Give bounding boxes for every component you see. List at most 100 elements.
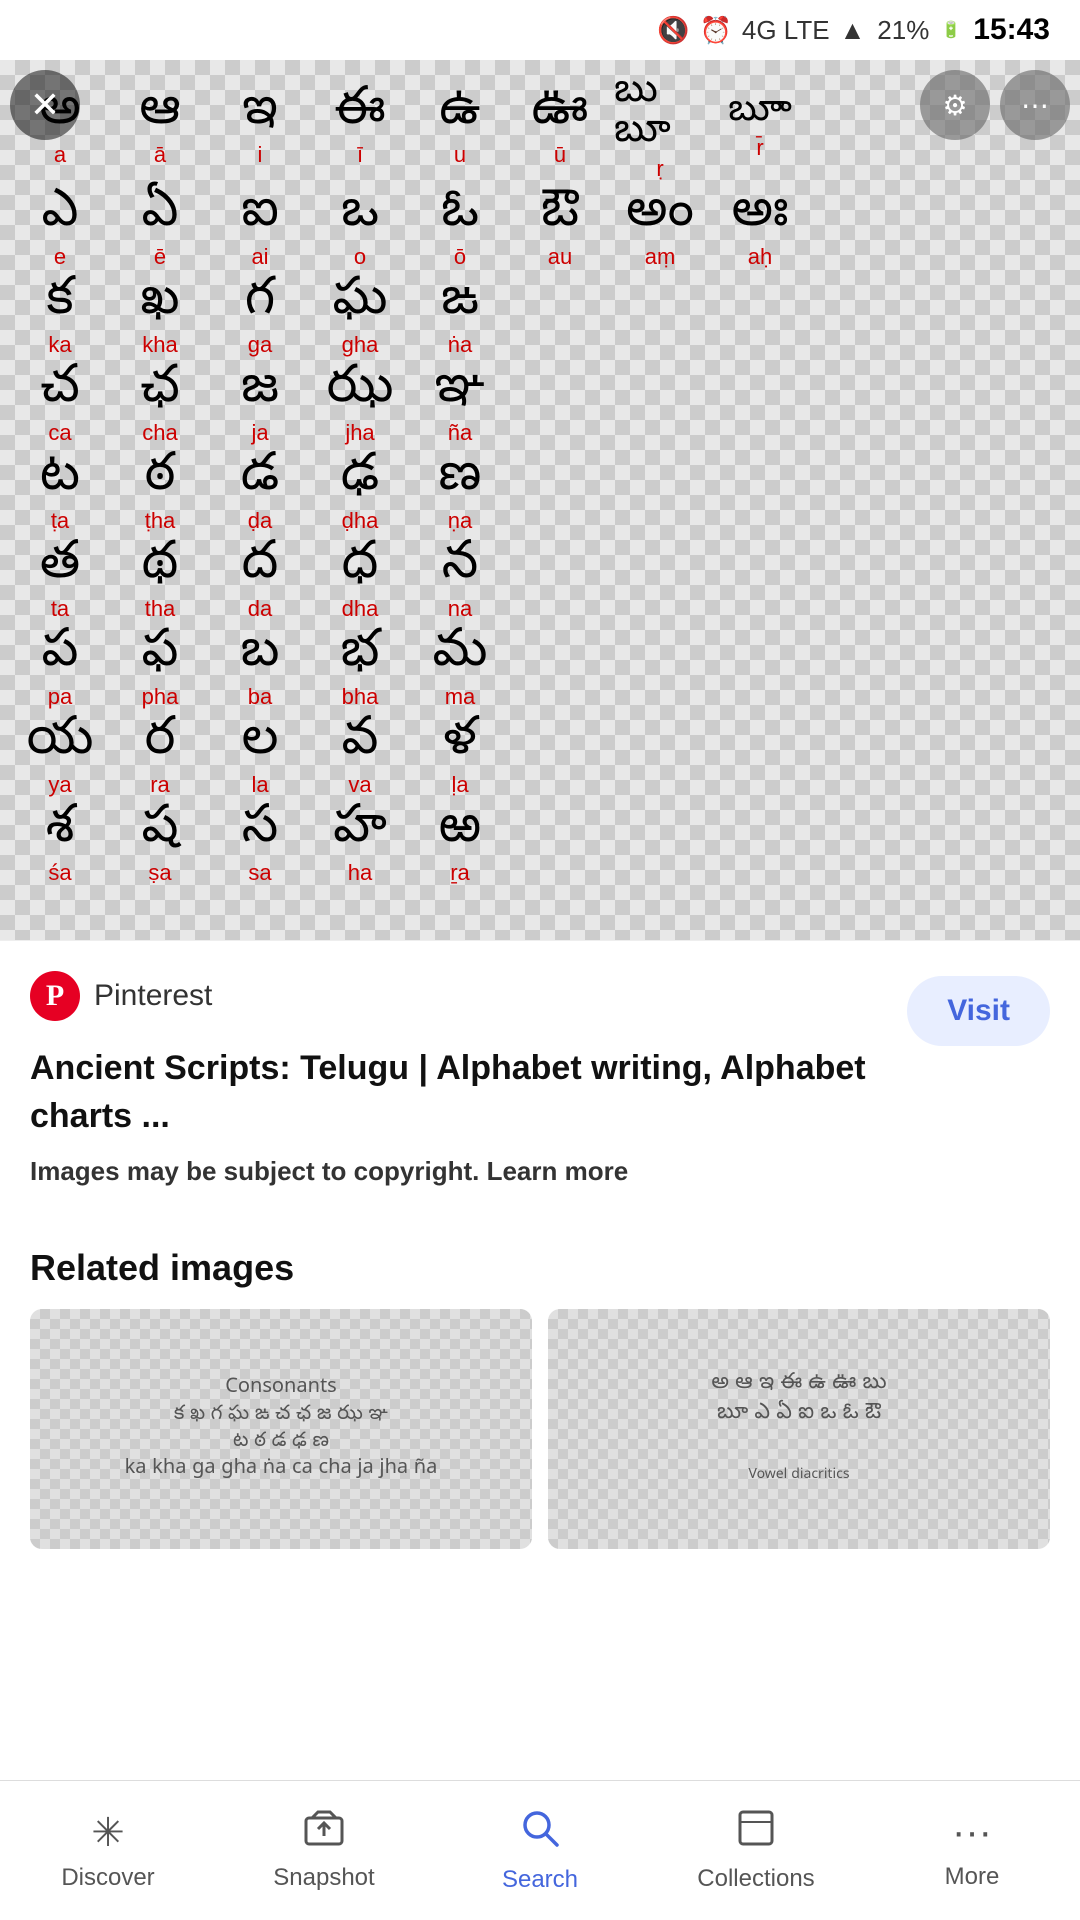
telugu-label-ttha: ṭha [145, 508, 176, 534]
telugu-cell-ee: ఏ ē [110, 186, 210, 274]
telugu-char-ai: ఐ [241, 190, 279, 242]
telugu-char-jha: ఝ [327, 366, 394, 418]
collections-icon [737, 1809, 775, 1857]
telugu-cell-la: ల la [210, 714, 310, 802]
telugu-cell-ya: య ya [10, 714, 110, 802]
telugu-cell-jha: ఝ jha [310, 362, 410, 450]
telugu-cell-rra: ఱ ṟa [410, 802, 510, 890]
clock: 15:43 [973, 13, 1050, 47]
telugu-cell-sa: స sa [210, 802, 310, 890]
pinterest-letter: P [46, 979, 64, 1013]
telugu-cell-gha: ఘ gha [310, 274, 410, 362]
telugu-char-au: ఔ [541, 190, 579, 242]
telugu-cell-r1: బు బూ ṛ [610, 70, 710, 186]
telugu-cell-ddha: ఢ ḍha [310, 450, 410, 538]
telugu-char-r1: బు బూ [614, 74, 706, 154]
related-thumb-2[interactable]: అ ఆ ఇ ఈ ఉ ఊ బుబూ ఎ ఏ ఐ ఒ ఓ ఔVowel diacri… [548, 1309, 1050, 1549]
telugu-cell-na: న na [410, 538, 510, 626]
learn-more-link[interactable]: Learn more [487, 1156, 629, 1186]
telugu-char-i: ఇ [242, 88, 278, 140]
telugu-char-u: ఉ [439, 88, 481, 140]
telugu-label-e: e [54, 244, 66, 270]
telugu-char-ya: య [27, 718, 94, 770]
more-icon: ··· [952, 1810, 992, 1855]
telugu-cell-kha: ఖ kha [110, 274, 210, 362]
telugu-cell-va: వ va [310, 714, 410, 802]
telugu-label-cha: cha [142, 420, 177, 446]
telugu-label-tta: ṭa [51, 508, 69, 534]
telugu-cell-aa: ఆ ā [110, 70, 210, 186]
telugu-char-va: వ [342, 718, 379, 770]
telugu-label-la: la [251, 772, 268, 798]
telugu-char-r2: బూా [728, 95, 792, 133]
telugu-cell-sha: శ śa [10, 802, 110, 890]
network-label: 4G LTE [742, 15, 830, 46]
telugu-cell-ka: క ka [10, 274, 110, 362]
close-button[interactable]: ✕ [10, 70, 80, 140]
telugu-label-o: o [354, 244, 366, 270]
related-thumb-bg-1: Consonantsక ఖ గ ఘ ఙ చ ఛ జ ఝ ఞట ఠ డ ఢ ణka… [30, 1309, 532, 1549]
telugu-label-lla: ḷa [451, 772, 468, 798]
telugu-char-bha: భ [340, 630, 379, 682]
telugu-char-nya: ఞ [435, 366, 486, 418]
telugu-char-tta: ట [40, 454, 80, 506]
status-icons: 🔇 ⏰ 4G LTE ▲ [657, 15, 865, 46]
telugu-cell-nna: ణ ṇa [410, 450, 510, 538]
telugu-cell-ssa: ష ṣa [110, 802, 210, 890]
telugu-char-da: ద [242, 542, 279, 594]
telugu-char-ta: త [40, 542, 80, 594]
telugu-label-aa: ā [154, 142, 166, 168]
nav-item-discover[interactable]: ✳ Discover [0, 1810, 216, 1892]
telugu-char-ra: ర [145, 718, 176, 770]
telugu-label-uu: ū [554, 142, 566, 168]
telugu-label-r2: r̄ [756, 135, 763, 161]
telugu-char-la: ల [242, 718, 279, 770]
telugu-char-nga: ఙ [441, 278, 479, 330]
visit-button[interactable]: Visit [907, 976, 1050, 1046]
telugu-label-ra: ra [150, 772, 170, 798]
telugu-label-u: u [454, 142, 466, 168]
telugu-label-ja: ja [251, 420, 268, 446]
telugu-char-ttha: ఠ [145, 454, 176, 506]
related-thumb-1[interactable]: Consonantsక ఖ గ ఘ ఙ చ ఛ జ ఝ ఞట ఠ డ ఢ ణka… [30, 1309, 532, 1549]
telugu-label-jha: jha [345, 420, 374, 446]
telugu-label-va: va [348, 772, 371, 798]
telugu-label-ya: ya [48, 772, 71, 798]
nav-item-collections[interactable]: Collections [648, 1809, 864, 1893]
main-image-area: ✕ ⚙ ⋯ అ a ఆ ā ఇ i ఈ ī ఉ u ఊ ū [0, 60, 1080, 940]
telugu-label-r1: ṛ [656, 156, 663, 182]
settings-circle-button[interactable]: ⚙ [920, 70, 990, 140]
telugu-cell-uu: ఊ ū [510, 70, 610, 186]
source-block: P Pinterest Ancient Scripts: Telugu | Al… [30, 971, 887, 1140]
telugu-char-ba: బ [240, 630, 279, 682]
telugu-char-na: న [442, 542, 479, 594]
battery-level: 21% [877, 15, 929, 46]
telugu-char-ha: హ [333, 806, 387, 858]
telugu-cell-ii: ఈ ī [310, 70, 410, 186]
telugu-label-dha: dha [342, 596, 379, 622]
telugu-label-gha: gha [342, 332, 379, 358]
telugu-cell-nya: ఞ ña [410, 362, 510, 450]
nav-item-more[interactable]: ··· More [864, 1810, 1080, 1891]
telugu-label-dda: ḍa [248, 508, 272, 534]
alarm-icon: ⏰ [700, 15, 732, 46]
telugu-label-ee: ē [154, 244, 166, 270]
telugu-char-pa: ప [42, 630, 79, 682]
share-circle-button[interactable]: ⋯ [1000, 70, 1070, 140]
telugu-cell-tha: థ tha [110, 538, 210, 626]
telugu-cell-ma: మ ma [410, 626, 510, 714]
telugu-cell-i: ఇ i [210, 70, 310, 186]
telugu-label-ma: ma [445, 684, 476, 710]
telugu-label-ii: ī [357, 142, 363, 168]
telugu-char-am: అం [626, 190, 694, 242]
telugu-cell-oo: ఓ ō [410, 186, 510, 274]
copyright-note: Images may be subject to copyright. Lear… [30, 1156, 1050, 1187]
nav-item-snapshot[interactable]: Snapshot [216, 1810, 432, 1892]
telugu-label-au: au [548, 244, 572, 270]
related-thumb-bg-2: అ ఆ ఇ ఈ ఉ ఊ బుబూ ఎ ఏ ఐ ఒ ఓ ఔVowel diacri… [548, 1309, 1050, 1549]
snapshot-icon [304, 1810, 344, 1856]
search-icon [520, 1808, 560, 1858]
telugu-char-ja: జ [241, 366, 279, 418]
telugu-char-kha: ఖ [140, 278, 179, 330]
nav-item-search[interactable]: Search [432, 1808, 648, 1894]
